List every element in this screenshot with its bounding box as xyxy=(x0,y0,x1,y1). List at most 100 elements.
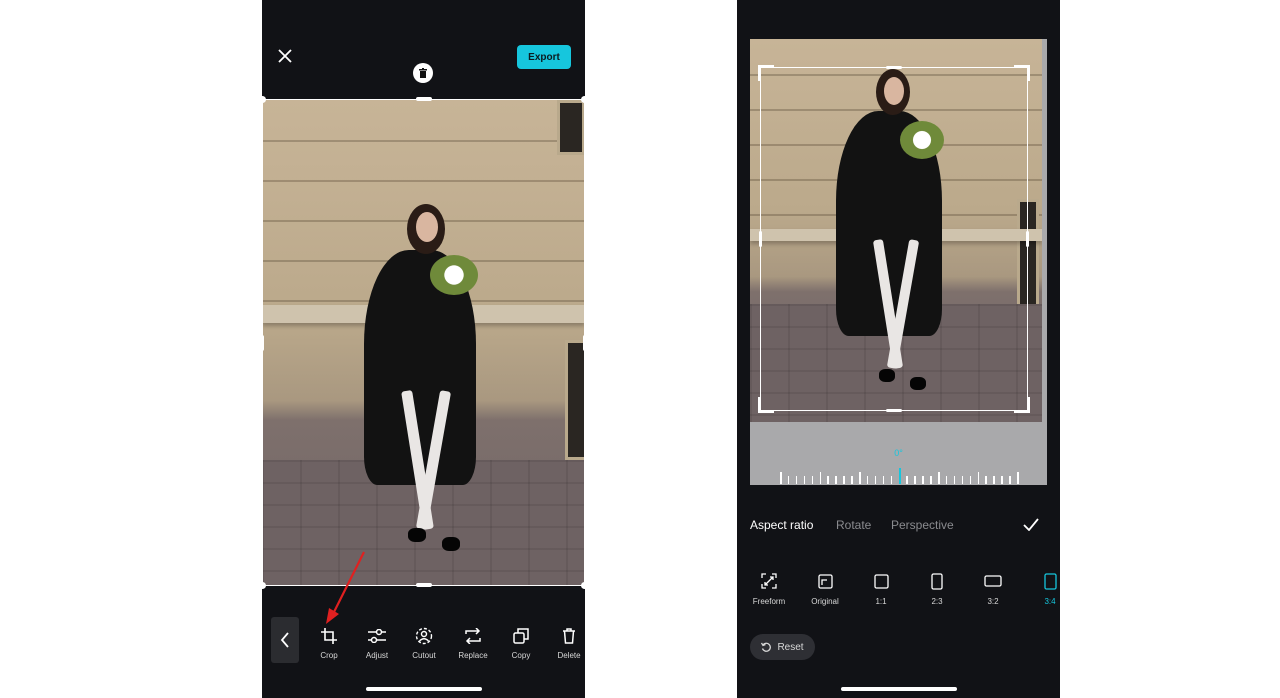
tool-delete[interactable]: Delete xyxy=(545,627,585,660)
ratio-original[interactable]: Original xyxy=(801,570,849,606)
ratio-1-1-label: 1:1 xyxy=(875,597,887,606)
tab-aspect-ratio[interactable]: Aspect ratio xyxy=(750,518,813,532)
ruler-tick xyxy=(945,476,948,484)
crop-edge-handle[interactable] xyxy=(886,409,902,412)
ruler-tick xyxy=(969,476,972,484)
chevron-left-icon xyxy=(280,632,289,648)
ruler-tick xyxy=(898,468,901,484)
ruler-tick xyxy=(993,476,995,484)
ruler-tick xyxy=(938,472,940,484)
ruler-tick xyxy=(977,472,979,484)
crop-tabs: Aspect ratio Rotate Perspective xyxy=(737,505,1060,545)
crop-corner-handle[interactable] xyxy=(758,397,774,413)
resize-handle[interactable] xyxy=(416,583,432,587)
tool-crop[interactable]: Crop xyxy=(305,627,353,660)
ruler-tick xyxy=(859,472,861,484)
crop-frame[interactable] xyxy=(760,67,1028,411)
ratio-2-3-label: 2:3 xyxy=(931,597,943,606)
tool-delete-label: Delete xyxy=(557,651,581,660)
ruler-tick xyxy=(835,476,837,484)
ratio-freeform[interactable]: Freeform xyxy=(745,570,793,606)
portrait-icon xyxy=(1043,572,1057,590)
close-icon[interactable] xyxy=(278,49,292,63)
tool-replace[interactable]: Replace xyxy=(449,627,497,660)
ruler-tick xyxy=(1001,476,1003,484)
rotation-ruler[interactable] xyxy=(780,464,1019,484)
ruler-tick xyxy=(866,476,869,484)
ruler-tick xyxy=(930,476,932,484)
ruler-tick xyxy=(819,472,821,484)
square-icon xyxy=(873,573,889,589)
original-icon xyxy=(817,573,833,589)
back-button[interactable] xyxy=(271,617,299,663)
reset-icon xyxy=(761,642,772,652)
ruler-tick xyxy=(890,476,893,484)
tool-adjust-label: Adjust xyxy=(365,651,389,660)
tab-rotate[interactable]: Rotate xyxy=(836,518,871,532)
crop-corner-handle[interactable] xyxy=(1014,65,1030,81)
ruler-tick xyxy=(843,476,845,484)
ruler-tick xyxy=(803,476,806,484)
ruler-tick xyxy=(906,476,908,484)
landscape-icon xyxy=(984,575,1002,587)
ratio-3-2[interactable]: 3:2 xyxy=(969,570,1017,606)
ratio-3-2-label: 3:2 xyxy=(987,597,999,606)
ruler-tick xyxy=(961,476,964,484)
ruler-tick xyxy=(851,476,853,484)
selection-border xyxy=(262,99,585,586)
ruler-tick xyxy=(953,476,956,484)
ruler-tick xyxy=(811,476,814,484)
ratio-2-3[interactable]: 2:3 xyxy=(913,570,961,606)
tool-crop-label: Crop xyxy=(320,651,338,660)
ruler-tick xyxy=(874,476,877,484)
cutout-icon xyxy=(415,627,433,645)
crop-corner-handle[interactable] xyxy=(758,65,774,81)
reset-button[interactable]: Reset xyxy=(750,634,815,660)
tool-copy-label: Copy xyxy=(511,651,531,660)
resize-handle[interactable] xyxy=(262,582,266,589)
ruler-tick xyxy=(1017,472,1019,484)
export-button[interactable]: Export xyxy=(517,45,571,69)
crop-corner-handle[interactable] xyxy=(1014,397,1030,413)
crop-edge-handle[interactable] xyxy=(886,66,902,69)
rotation-value: 0° xyxy=(894,448,903,458)
crop-edge-handle[interactable] xyxy=(1026,231,1029,247)
crop-edge-handle[interactable] xyxy=(759,231,762,247)
check-icon[interactable] xyxy=(1023,518,1039,531)
tool-copy[interactable]: Copy xyxy=(497,627,545,660)
edit-toolbar: Crop Adjust Cutout Replace Copy Delete xyxy=(262,590,585,698)
ruler-tick xyxy=(780,472,782,484)
freeform-icon xyxy=(761,573,777,589)
resize-handle[interactable] xyxy=(583,335,585,351)
ruler-tick xyxy=(1009,476,1011,484)
right-phone-screen: 0° Aspect ratio Rotate Perspective Freef… xyxy=(737,0,1060,698)
portrait-icon xyxy=(931,572,943,590)
home-indicator xyxy=(366,687,482,691)
ruler-tick xyxy=(827,476,829,484)
resize-handle[interactable] xyxy=(262,335,264,351)
crop-icon xyxy=(321,628,337,644)
crop-canvas[interactable]: 0° xyxy=(750,39,1047,485)
reset-label: Reset xyxy=(777,641,804,653)
tool-cutout-label: Cutout xyxy=(412,651,436,660)
ratio-original-label: Original xyxy=(811,597,839,606)
resize-handle[interactable] xyxy=(416,97,432,101)
ratio-1-1[interactable]: 1:1 xyxy=(857,570,905,606)
resize-handle[interactable] xyxy=(581,96,585,103)
copy-icon xyxy=(513,628,529,644)
resize-handle[interactable] xyxy=(581,582,585,589)
tab-perspective[interactable]: Perspective xyxy=(891,518,954,532)
tool-adjust[interactable]: Adjust xyxy=(353,627,401,660)
ruler-tick xyxy=(914,476,916,484)
left-phone-screen: Export Crop Adjust Cutout Replace Copy D… xyxy=(262,0,585,698)
trash-icon xyxy=(563,628,575,644)
tool-cutout[interactable]: Cutout xyxy=(400,627,448,660)
ratio-3-4-label: 3:4 xyxy=(1044,597,1056,606)
trash-icon[interactable] xyxy=(413,63,433,83)
home-indicator xyxy=(841,687,957,691)
ratio-3-4[interactable]: 3:4 xyxy=(1026,570,1060,606)
sliders-icon xyxy=(368,629,386,643)
ruler-tick xyxy=(922,476,924,484)
annotation-arrow xyxy=(326,551,365,624)
ruler-tick xyxy=(985,476,987,484)
